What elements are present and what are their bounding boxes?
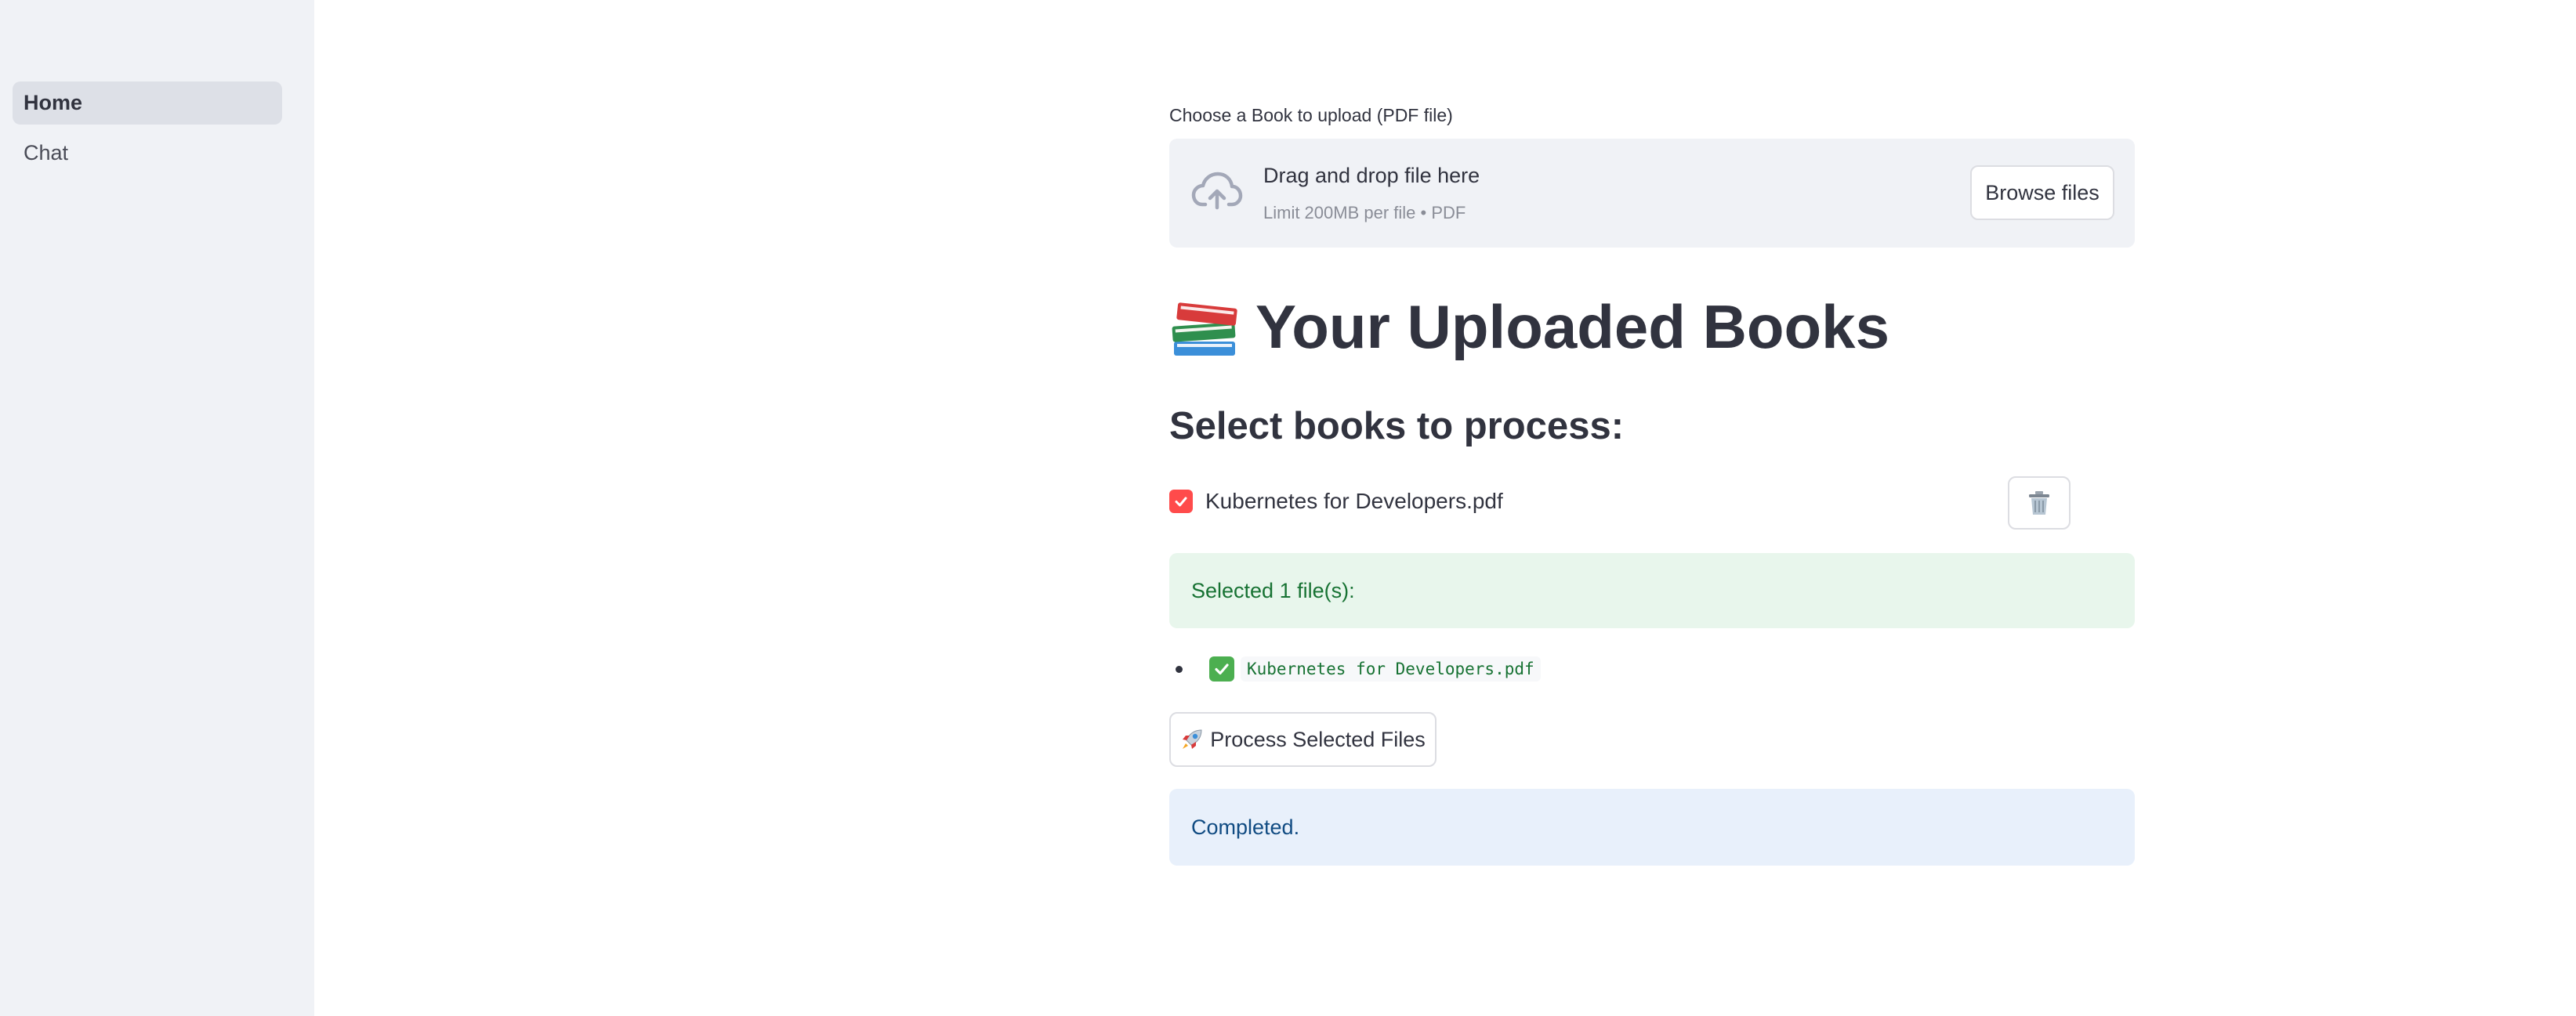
status-info-alert: Completed. bbox=[1169, 789, 2135, 866]
book-checkbox-label[interactable]: Kubernetes for Developers.pdf bbox=[1205, 489, 1503, 514]
page-title-text: Your Uploaded Books bbox=[1255, 292, 1889, 361]
sidebar-item-label: Home bbox=[24, 91, 83, 114]
process-button-label: Process Selected Files bbox=[1210, 727, 1426, 751]
dropzone-title: Drag and drop file here bbox=[1263, 164, 1480, 187]
cloud-upload-icon bbox=[1191, 172, 1243, 210]
rocket-icon bbox=[1183, 729, 1202, 749]
upload-label: Choose a Book to upload (PDF file) bbox=[1169, 105, 1453, 125]
books-icon bbox=[1172, 302, 1237, 356]
sidebar-item-label: Chat bbox=[24, 141, 69, 165]
selection-message: Selected 1 file(s): bbox=[1191, 578, 1355, 602]
selection-success-alert: Selected 1 file(s): bbox=[1169, 553, 2135, 628]
page-title: Your Uploaded Books bbox=[1169, 291, 1889, 363]
check-mark-icon bbox=[1209, 656, 1234, 682]
book-checkbox-row[interactable]: Kubernetes for Developers.pdf bbox=[1169, 489, 1503, 514]
delete-book-button[interactable] bbox=[2008, 476, 2071, 530]
process-files-button[interactable]: Process Selected Files bbox=[1169, 712, 1437, 767]
sidebar: Home Chat bbox=[0, 0, 314, 1016]
section-heading: Select books to process: bbox=[1169, 405, 1625, 447]
file-dropzone[interactable]: Drag and drop file here Limit 200MB per … bbox=[1169, 139, 2135, 248]
checkmark-icon bbox=[1175, 497, 1187, 507]
status-message: Completed. bbox=[1191, 815, 1300, 839]
selected-file-name: Kubernetes for Developers.pdf bbox=[1241, 656, 1541, 682]
book-checkbox[interactable] bbox=[1169, 490, 1193, 513]
browse-files-button[interactable]: Browse files bbox=[1970, 165, 2114, 220]
sidebar-item-home[interactable]: Home bbox=[13, 81, 282, 125]
bullet-icon bbox=[1176, 665, 1183, 673]
sidebar-item-chat[interactable]: Chat bbox=[13, 132, 282, 175]
dropzone-limit-text: Limit 200MB per file • PDF bbox=[1263, 203, 1466, 222]
list-item: Kubernetes for Developers.pdf bbox=[1169, 656, 1541, 682]
trash-icon bbox=[2029, 491, 2049, 515]
